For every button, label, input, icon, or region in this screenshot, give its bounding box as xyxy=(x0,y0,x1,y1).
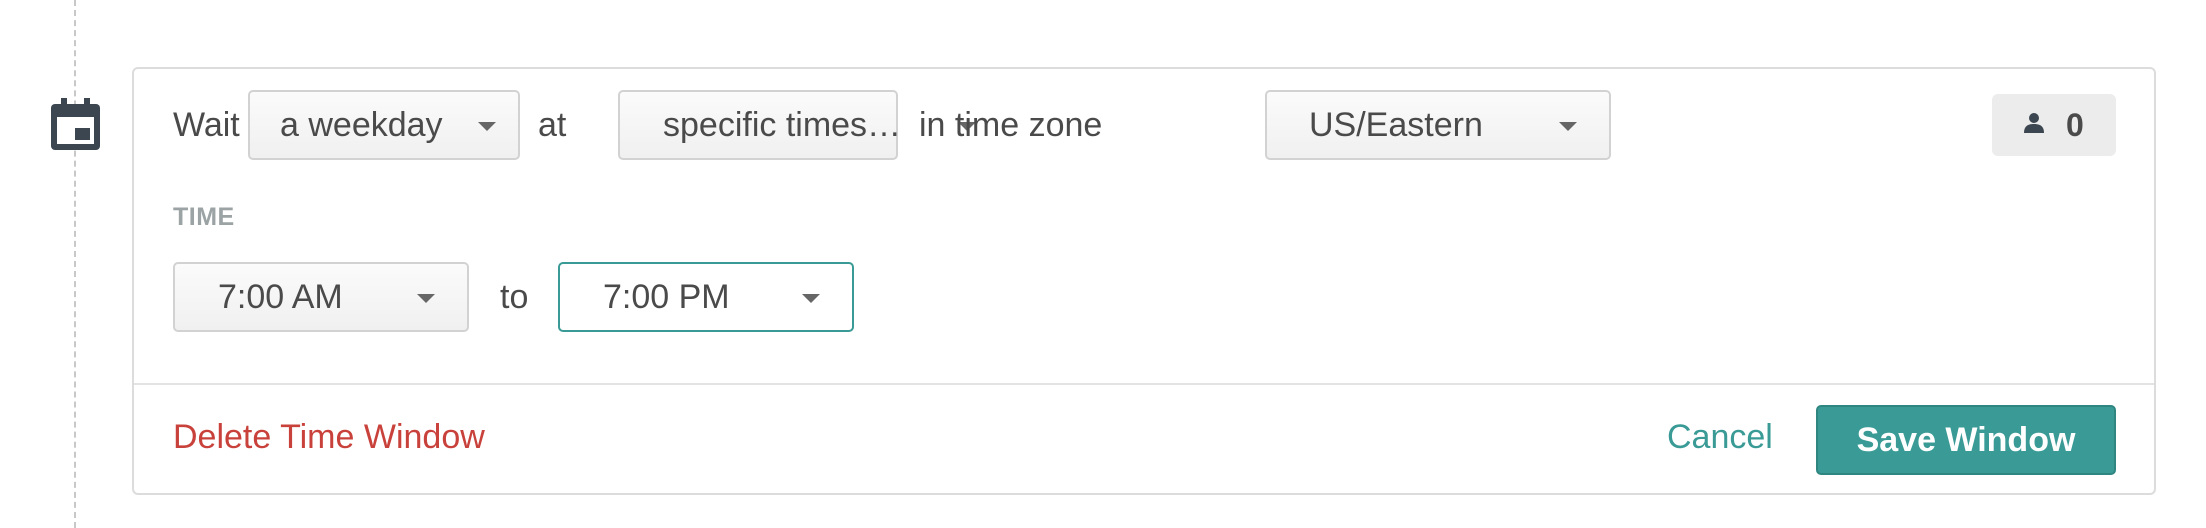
to-label: to xyxy=(500,278,529,316)
chevron-down-icon xyxy=(1559,122,1577,131)
time-window-card: Wait until a weekday at specific times… … xyxy=(132,67,2156,495)
audience-count-badge[interactable]: 0 xyxy=(1992,94,2116,156)
save-window-button[interactable]: Save Window xyxy=(1816,405,2116,475)
at-label: at xyxy=(538,106,567,144)
chevron-down-icon xyxy=(417,294,435,303)
start-time-select[interactable]: 7:00 AM xyxy=(173,262,469,332)
time-section-label: TIME xyxy=(173,203,235,231)
timezone-label: in time zone xyxy=(919,106,1103,144)
footer-divider xyxy=(134,383,2154,385)
timezone-select[interactable]: US/Eastern xyxy=(1265,90,1611,160)
day-select-value: a weekday xyxy=(280,106,443,144)
delete-time-window-link[interactable]: Delete Time Window xyxy=(173,417,485,457)
end-time-select[interactable]: 7:00 PM xyxy=(558,262,854,332)
chevron-down-icon xyxy=(802,294,820,303)
cancel-link[interactable]: Cancel xyxy=(1667,417,1773,457)
chevron-down-icon xyxy=(478,122,496,131)
timezone-select-value: US/Eastern xyxy=(1309,106,1483,144)
day-select[interactable]: a weekday xyxy=(248,90,520,160)
calendar-icon xyxy=(51,98,100,150)
timeline-connector xyxy=(74,0,76,528)
end-time-select-value: 7:00 PM xyxy=(603,278,730,316)
person-icon xyxy=(2024,113,2044,133)
start-time-select-value: 7:00 AM xyxy=(218,278,343,316)
audience-count-value: 0 xyxy=(2066,107,2084,143)
time-mode-select[interactable]: specific times… xyxy=(618,90,976,160)
time-mode-select-value: specific times… xyxy=(663,106,902,144)
